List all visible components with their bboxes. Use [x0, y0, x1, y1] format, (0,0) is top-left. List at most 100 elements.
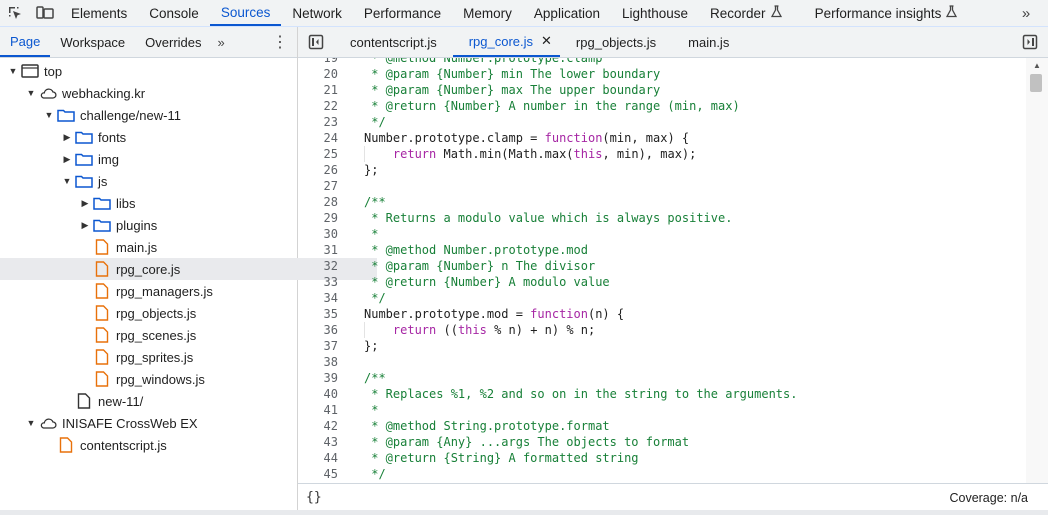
subtab-workspace[interactable]: Workspace: [50, 27, 135, 57]
tab-memory[interactable]: Memory: [452, 0, 523, 26]
folder-icon: [75, 129, 93, 145]
tree-item-webhacking-kr[interactable]: ▼ webhacking.kr: [0, 82, 323, 104]
toggle-navigator-icon[interactable]: [298, 27, 334, 57]
comment-token: * @return {Number} A modulo value: [364, 275, 610, 289]
code-token: };: [364, 163, 379, 177]
code-line: 34 */: [298, 290, 1026, 306]
device-toolbar-icon[interactable]: [30, 0, 60, 26]
code-line: 19 * @method Number.prototype.clamp: [298, 58, 1026, 66]
line-number[interactable]: 22: [298, 98, 338, 114]
line-number[interactable]: 19: [298, 58, 338, 66]
expanded-arrow-icon[interactable]: ▼: [26, 88, 36, 98]
expanded-arrow-icon[interactable]: ▼: [44, 110, 54, 120]
more-subtabs-icon[interactable]: »: [212, 27, 231, 57]
comment-token: * @return {Number} A number in the range…: [364, 99, 740, 113]
editor-tab-main-js[interactable]: main.js: [672, 27, 745, 57]
line-number[interactable]: 24: [298, 130, 338, 146]
code-text: /**: [364, 370, 386, 386]
line-number[interactable]: 42: [298, 418, 338, 434]
line-number[interactable]: 32: [298, 258, 338, 274]
tab-sources[interactable]: Sources: [209, 0, 282, 26]
line-number[interactable]: 21: [298, 82, 338, 98]
line-number[interactable]: 26: [298, 162, 338, 178]
line-number[interactable]: 45: [298, 466, 338, 482]
line-number[interactable]: 35: [298, 306, 338, 322]
tree-item-challenge-new-11[interactable]: ▼ challenge/new-11: [0, 104, 341, 126]
collapsed-arrow-icon[interactable]: ▶: [62, 154, 72, 164]
line-number[interactable]: 28: [298, 194, 338, 210]
pretty-print-button[interactable]: {}: [306, 490, 322, 505]
line-number[interactable]: 40: [298, 386, 338, 402]
collapsed-arrow-icon[interactable]: ▶: [80, 220, 90, 230]
subtab-page[interactable]: Page: [0, 27, 51, 57]
expanded-arrow-icon[interactable]: ▼: [8, 66, 18, 76]
collapsed-arrow-icon[interactable]: ▶: [62, 132, 72, 142]
kebab-menu-icon[interactable]: ⋮: [263, 27, 297, 57]
tree-item-contentscript-js[interactable]: contentscript.js: [0, 434, 341, 456]
toggle-debugger-icon[interactable]: [1012, 27, 1048, 57]
inspect-element-icon[interactable]: [0, 0, 30, 26]
more-tabs-icon[interactable]: »: [1004, 0, 1048, 26]
line-number[interactable]: 23: [298, 114, 338, 130]
editor-tab-contentscript-js[interactable]: contentscript.js: [334, 27, 453, 57]
cloud-icon: [39, 85, 57, 101]
comment-token: *: [364, 227, 379, 241]
js-file-icon: [93, 305, 111, 321]
code-text: return ((this % n) + n) % n;: [364, 322, 595, 338]
line-number[interactable]: 43: [298, 434, 338, 450]
line-number[interactable]: 20: [298, 66, 338, 82]
collapsed-arrow-icon[interactable]: ▶: [80, 198, 90, 208]
tree-item-label: challenge/new-11: [80, 107, 181, 123]
line-number[interactable]: 44: [298, 450, 338, 466]
line-number[interactable]: 37: [298, 338, 338, 354]
tree-item-label: INISAFE CrossWeb EX: [62, 415, 198, 431]
tab-network[interactable]: Network: [281, 0, 353, 26]
code-text: * @method String.prototype.format: [364, 418, 609, 434]
tab-recorder[interactable]: Recorder: [699, 0, 793, 26]
line-number[interactable]: 33: [298, 274, 338, 290]
editor-tab-rpg-core-js[interactable]: rpg_core.js ✕: [452, 27, 560, 57]
code-view[interactable]: 19 * @method Number.prototype.clamp 20 * …: [298, 58, 1026, 505]
line-number[interactable]: 30: [298, 226, 338, 242]
tab-performance[interactable]: Performance: [353, 0, 452, 26]
js-file-icon: [93, 349, 111, 365]
line-number[interactable]: 41: [298, 402, 338, 418]
code-text: * @return {Number} A number in the range…: [364, 98, 740, 114]
editor-tab-rpg-objects-js[interactable]: rpg_objects.js: [560, 27, 672, 57]
close-tab-icon[interactable]: ✕: [541, 33, 552, 49]
tree-item-top[interactable]: ▼ top: [0, 60, 305, 82]
tree-item-label: rpg_core.js: [116, 261, 181, 277]
tree-item-inisafe-crossweb-ex[interactable]: ▼ INISAFE CrossWeb EX: [0, 412, 323, 434]
expanded-arrow-icon[interactable]: ▼: [26, 418, 36, 428]
line-number[interactable]: 39: [298, 370, 338, 386]
tab-application[interactable]: Application: [523, 0, 611, 26]
tab-lighthouse[interactable]: Lighthouse: [611, 0, 699, 26]
line-number[interactable]: 31: [298, 242, 338, 258]
arrow-spacer: [44, 440, 54, 450]
panel-tabs: Elements Console Sources Network Performance…: [60, 0, 968, 26]
line-number[interactable]: 36: [298, 322, 338, 338]
code-text: * @return {String} A formatted string: [364, 450, 638, 466]
comment-token: * @method Number.prototype.mod: [364, 243, 588, 257]
vertical-scrollbar[interactable]: ▲ ▼: [1026, 58, 1048, 505]
line-number[interactable]: 27: [298, 178, 338, 194]
line-number[interactable]: 25: [298, 146, 338, 162]
comment-token: *: [364, 403, 379, 417]
tab-console[interactable]: Console: [138, 0, 210, 26]
code-token: ((: [436, 323, 458, 337]
code-token: (min, max) {: [602, 131, 690, 145]
expanded-arrow-icon[interactable]: ▼: [62, 176, 72, 186]
line-number[interactable]: 29: [298, 210, 338, 226]
scroll-up-icon[interactable]: ▲: [1026, 58, 1048, 72]
scrollbar-thumb[interactable]: [1030, 74, 1042, 92]
tab-label: Performance: [363, 5, 442, 21]
code-line: 22 * @return {Number} A number in the ra…: [298, 98, 1026, 114]
line-number[interactable]: 34: [298, 290, 338, 306]
code-line: 43 * @param {Any} ...args The objects to…: [298, 434, 1026, 450]
tab-performance-insights[interactable]: Performance insights: [793, 0, 969, 26]
line-number[interactable]: 38: [298, 354, 338, 370]
folder-icon: [93, 217, 111, 233]
tab-elements[interactable]: Elements: [60, 0, 138, 26]
comment-token: */: [364, 467, 386, 481]
subtab-overrides[interactable]: Overrides: [135, 27, 211, 57]
